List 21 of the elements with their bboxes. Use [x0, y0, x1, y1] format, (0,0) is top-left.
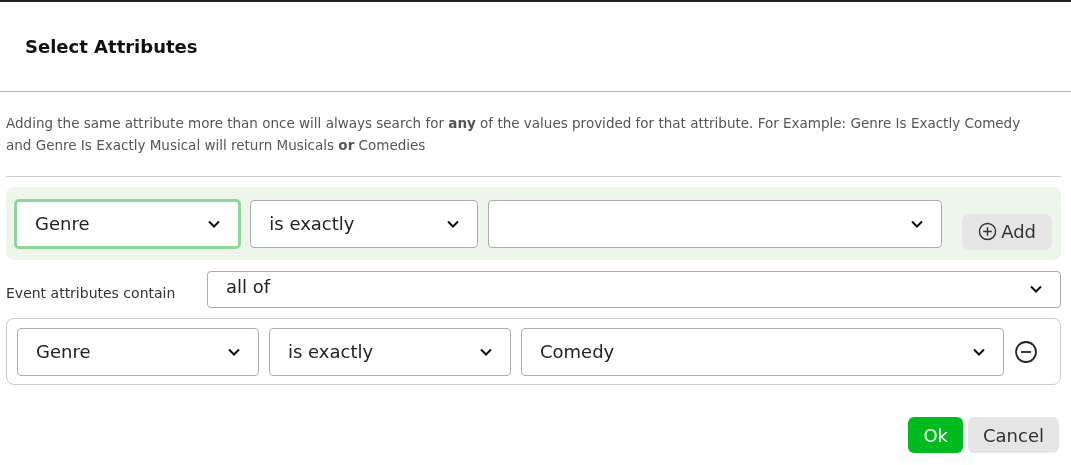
chevron-down-icon	[446, 219, 459, 228]
dropdown-select[interactable]: Comedy	[521, 327, 1004, 376]
chevron-down-icon	[208, 219, 221, 228]
description-text: Adding the same attribute more than once will always search for any of the values provided for that attribute. For Example: Genre Is Exactly Comedy and Genre Is Exactly Musical will return Musicals or Comedies	[6, 114, 1022, 155]
chevron-down-icon	[973, 347, 985, 356]
dialog-title: Select Attributes	[25, 35, 198, 59]
dropdown-select[interactable]: is exactly	[250, 199, 478, 248]
match-select[interactable]: all of	[207, 270, 1061, 308]
dropdown-select[interactable]: Genre	[15, 199, 241, 248]
minus-circle-icon	[1014, 339, 1038, 364]
chevron-down-icon	[1030, 285, 1042, 293]
match-label: Event attributes contain	[6, 283, 177, 303]
plus-circle-icon	[978, 222, 998, 241]
chevron-down-icon	[228, 347, 240, 356]
cancel-button[interactable]: Cancel	[968, 417, 1059, 453]
chevron-down-icon	[480, 347, 492, 356]
add-button[interactable]: Add	[962, 213, 1052, 250]
remove-button[interactable]	[1014, 339, 1038, 364]
dropdown-select[interactable]: is exactly	[269, 327, 511, 376]
chevron-down-icon	[911, 219, 924, 228]
dropdown-select[interactable]: Genre	[17, 327, 259, 376]
